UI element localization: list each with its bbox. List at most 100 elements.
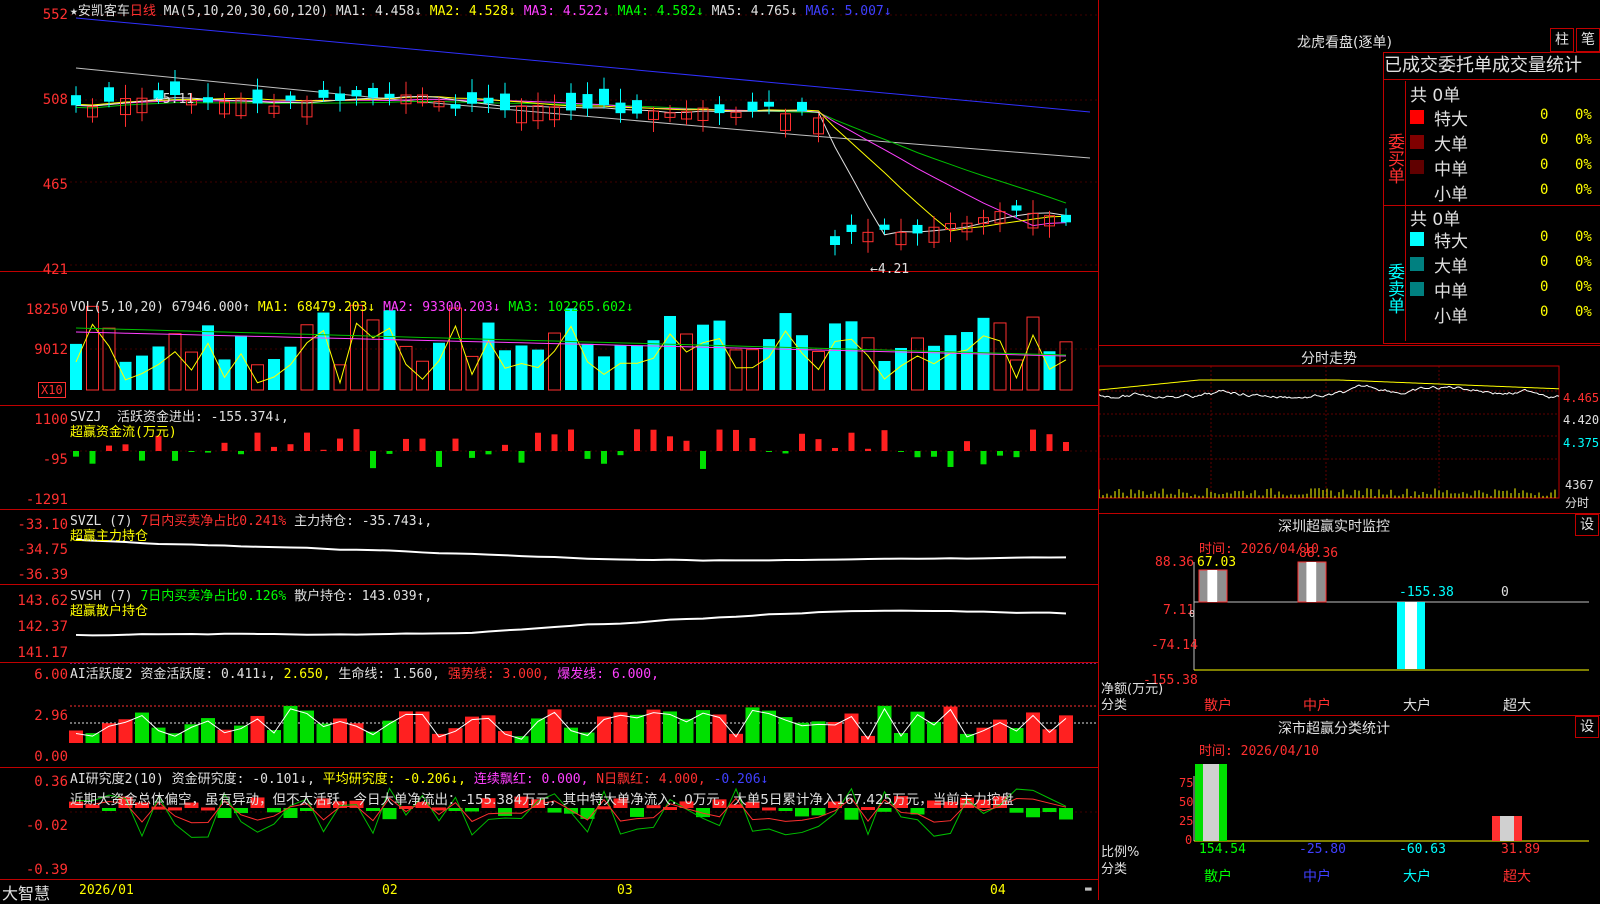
order-stat-row: 小单 0 0% <box>1410 302 1600 327</box>
flow-bar <box>518 451 525 463</box>
period-label[interactable]: 日线 <box>130 4 156 19</box>
color-swatch <box>1410 257 1424 271</box>
active-bar <box>201 718 215 743</box>
ai-research-axis-bot: -0.39 <box>25 862 68 878</box>
volume-bar-down <box>565 308 577 390</box>
flow-bar <box>964 441 970 451</box>
candle-down <box>467 92 477 104</box>
cls-val-super: 31.89 <box>1501 842 1541 857</box>
active-bar <box>976 727 991 743</box>
lock-icon: ▬ <box>1085 882 1092 895</box>
flow-bar <box>73 451 79 457</box>
active-bar <box>712 714 727 743</box>
ma2-value: MA2: 4.528↓ <box>429 4 516 19</box>
flow-bar <box>535 432 541 451</box>
ma6-value: MA6: 5.007↓ <box>805 4 892 19</box>
intraday-panel[interactable]: 分时走势 4.465 4.420 4.375 4367 分时 <box>1099 345 1600 513</box>
volume-chart[interactable] <box>0 272 1098 406</box>
active-bar <box>498 731 512 743</box>
mon-axis-3: -74.14 <box>1151 638 1198 653</box>
candle-down <box>318 89 329 98</box>
order-stat-row: 大单 0 0% <box>1410 252 1600 277</box>
volume-bar-up <box>861 337 875 391</box>
flow-bar <box>205 451 211 453</box>
ma5-value: MA5: 4.765↓ <box>711 4 798 19</box>
flow-bar <box>320 449 327 451</box>
sz-monitor-panel[interactable]: 深圳超赢实时监控 设 时间: 2026/04/10 88.36 7.11 -74… <box>1099 513 1600 715</box>
intraday-chart[interactable] <box>1099 346 1600 514</box>
bar-mode-button[interactable]: 柱 <box>1550 28 1574 52</box>
sz-class-panel[interactable]: 深市超赢分类统计 设 时间: 2026/04/10 75 50 25 0 比例%… <box>1099 715 1600 900</box>
class-bar-highlight <box>1203 764 1219 841</box>
volume-bar-up <box>366 319 380 391</box>
active-bar <box>894 733 908 743</box>
candle-down <box>599 88 609 106</box>
volume-panel[interactable]: VOL(5,10,20) 67946.000↑ MA1: 68479.203↓ … <box>0 272 1098 406</box>
ai-active-a: 资金活跃度: 0.411↓, <box>140 667 276 682</box>
price-axis-552: 552 <box>42 7 68 23</box>
volume-bar-up <box>350 304 363 391</box>
tick-mode-button[interactable]: 笔 <box>1576 28 1600 52</box>
vol-unit-badge: X10 <box>38 382 66 398</box>
flow-bar <box>749 438 756 451</box>
active-bar <box>118 719 133 743</box>
order-percent: 0% <box>1575 132 1592 148</box>
volume-bar-down <box>218 359 231 390</box>
volume-bar-down <box>961 332 973 390</box>
research-bar <box>877 808 892 812</box>
cls-axis-50: 50 <box>1179 795 1194 809</box>
color-swatch <box>1410 135 1424 149</box>
order-count: 0 <box>1540 157 1549 173</box>
volume-bar-up <box>911 337 924 391</box>
svzl-axis-bot: -36.39 <box>17 567 68 583</box>
flow-bar <box>766 451 772 452</box>
ai-research-d: N日飘红: 4.000, <box>596 772 706 787</box>
date-tick-mar: 03 <box>617 883 633 898</box>
svzl-panel[interactable]: SVZL (7) 7日内买卖净占比0.241% 主力持仓: -35.743↓, … <box>0 510 1098 585</box>
mon-cat-big: 大户 <box>1403 698 1431 714</box>
active-bar <box>85 733 100 743</box>
volume-bar-down <box>136 355 148 390</box>
candle-down <box>797 101 807 112</box>
order-size-label: 特大 <box>1434 232 1468 252</box>
flow-bar <box>980 451 987 465</box>
order-size-label: 中单 <box>1434 282 1468 302</box>
svsh-panel[interactable]: SVSH (7) 7日内买卖净占比0.126% 散户持仓: 143.039↑, … <box>0 585 1098 663</box>
ai-research-a: 资金研究度: -0.101↓, <box>171 772 315 787</box>
flow-bar <box>254 432 261 451</box>
active-bar <box>844 713 859 743</box>
active-bar <box>745 707 760 743</box>
buy-side-label: 委买单 <box>1384 81 1406 205</box>
candle-down <box>879 224 890 230</box>
main-holding-line <box>75 538 1067 562</box>
order-stat-row: 大单 0 0% <box>1410 130 1600 155</box>
ai-active-axis-296: 2.96 <box>34 708 68 724</box>
ai-active-panel[interactable]: AI活跃度2 资金活跃度: 0.411↓, 2.650, 生命线: 1.560,… <box>0 663 1098 768</box>
price-panel[interactable]: ★安凯客车日线 MA(5,10,20,30,60,120) MA1: 4.458… <box>0 0 1098 278</box>
flow-bar <box>337 438 343 451</box>
volume-bar-down <box>152 346 165 390</box>
candlestick-chart[interactable] <box>0 0 1098 272</box>
order-size-label: 大单 <box>1434 257 1468 277</box>
order-count: 0 <box>1540 254 1549 270</box>
order-percent: 0% <box>1575 107 1592 123</box>
svzl-axis-mid: -34.75 <box>17 542 68 558</box>
research-bar <box>267 808 281 813</box>
order-size-label: 中单 <box>1434 160 1468 180</box>
flow-bar <box>172 451 178 461</box>
vol-ma1: MA1: 68479.203↓ <box>257 300 376 315</box>
intraday-price-1: 4.465 <box>1563 391 1600 405</box>
active-bar <box>399 711 413 743</box>
active-bar <box>729 733 743 743</box>
vol-ma3: MA3: 102265.602↓ <box>508 300 634 315</box>
svzj-panel[interactable]: SVZJ 活跃资金进出: -155.374↓, 超赢资金流(万元) 1100 -… <box>0 406 1098 510</box>
dragon-tiger-panel: 龙虎看盘(逐单) 柱 笔 已成交委托单成交量统计 委买单 共 0单 特大 0 0% 大… <box>1099 0 1600 345</box>
ai-research-panel[interactable]: AI研究度2(10) 资金研究度: -0.101↓, 平均研究度: -0.206… <box>0 768 1098 880</box>
research-bar <box>1042 808 1057 813</box>
intraday-unit: 分时 <box>1565 496 1590 510</box>
order-stat-row: 特大 0 0% <box>1410 227 1600 252</box>
active-bar <box>679 718 694 743</box>
retail-holding-line <box>75 609 1067 637</box>
order-percent: 0% <box>1575 304 1592 320</box>
ai-research-title: AI研究度2(10) 资金研究度: -0.101↓, 平均研究度: -0.206… <box>70 768 768 787</box>
